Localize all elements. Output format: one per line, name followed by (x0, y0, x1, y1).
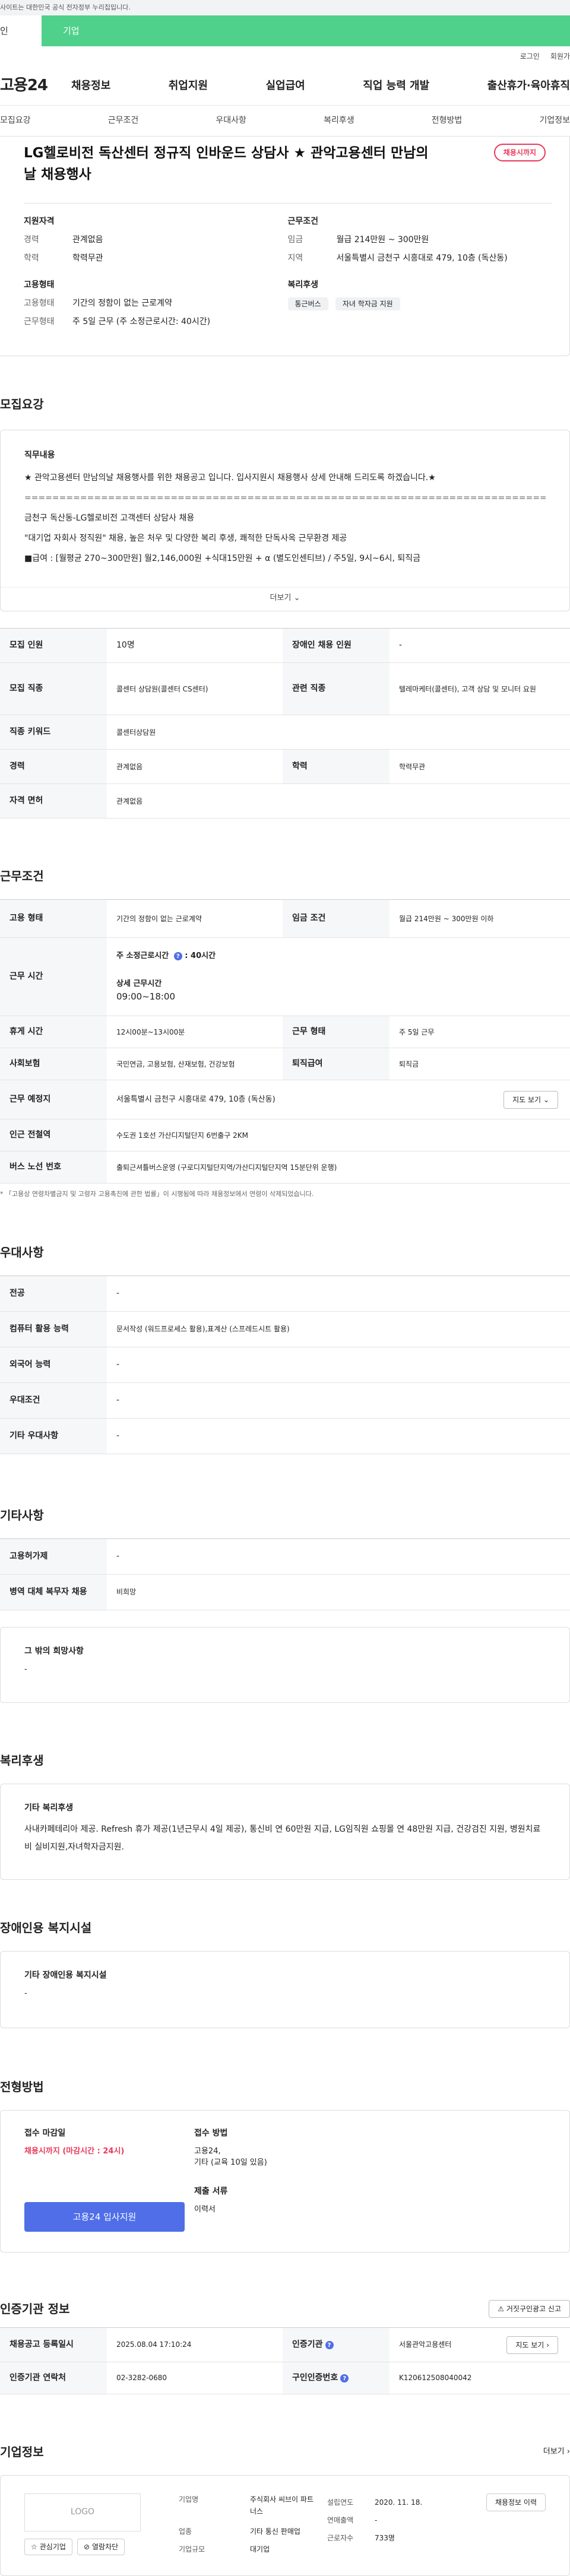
apply-button[interactable]: 고용24 입사지원 (24, 2202, 185, 2232)
history-button[interactable]: 채용정보 이력 (486, 2493, 546, 2511)
cert-map-button[interactable]: 지도 보기 › (506, 2336, 558, 2354)
help-icon[interactable]: ? (340, 2374, 349, 2383)
gnb-training[interactable]: 직업 능력 개발 (363, 78, 429, 94)
tab-company[interactable]: 기업정보 (539, 115, 570, 127)
util-links: 로그인 회원가 (0, 46, 570, 66)
block-icon: ⊘ (83, 2542, 90, 2551)
cert-heading: 인증기관 정보 (0, 2301, 70, 2316)
gnb-unemployment[interactable]: 실업급여 (266, 78, 305, 94)
tab-preferences[interactable]: 우대사항 (216, 115, 246, 127)
company-more-link[interactable]: 더보기 › (543, 2446, 570, 2458)
work-table: 고용 형태 기간의 정함이 없는 근로계약 임금 조건 월급 214만원 ~ 300… (0, 899, 570, 1184)
help-icon[interactable]: ? (173, 952, 182, 961)
user-type-tabs: 인 기업 (0, 15, 570, 46)
disabled-box: 기타 장애인용 복지시설 - (0, 1950, 570, 2028)
gnb-employment-support[interactable]: 취업지원 (169, 78, 208, 94)
pref-table: 전공 - 컴퓨터 활용 능력 문서작성 (워드프로세스 활용),표계산 (스프레드시… (0, 1275, 570, 1454)
siren-icon: ⚠ (498, 2304, 505, 2313)
login-link[interactable]: 로그인 (520, 51, 540, 62)
welfare-chip: 자녀 학자금 지원 (335, 297, 400, 310)
section-tabs: 모집요강 근무조건 우대사항 복리후생 전형방법 기업정보 (0, 106, 570, 137)
table-row: 경력 관계없음 학력 학력무관 (0, 749, 570, 784)
table-row: 병역 대체 복무자 채용 비희망 (0, 1574, 570, 1610)
table-row: 우대조건 - (0, 1382, 570, 1419)
recruit-heading: 모집요강 (0, 397, 44, 411)
tab-company[interactable]: 기업 (42, 15, 570, 46)
table-row: 외국어 능력 - (0, 1347, 570, 1383)
global-nav: 고용24 채용정보 취업지원 실업급여 직업 능력 개발 출산휴가·육아휴직 (0, 66, 570, 106)
help-icon[interactable]: ? (325, 2341, 334, 2349)
table-row: 컴퓨터 활용 능력 문서작성 (워드프로세스 활용),표계산 (스프레드시트 활용… (0, 1311, 570, 1347)
block-button[interactable]: ⊘ 열람차단 (77, 2538, 125, 2555)
recruit-table: 모집 인원 10명 장애인 채용 인원 - 모집 직종 콜센터 상담원(콜센터 CS센… (0, 628, 570, 819)
company-heading: 기업정보 (0, 2444, 44, 2459)
qual-title: 지원자격 (24, 217, 55, 226)
map-button[interactable]: 지도 보기 ⌄ (504, 1091, 558, 1109)
company-box: LOGO ☆ 관심기업 ⊘ 열람차단 기업명 업종 기업규모 주식회사 씨브이 파트… (0, 2475, 570, 2576)
report-button[interactable]: ⚠ 거짓구인광고 신고 (489, 2299, 570, 2318)
table-row: 자격 면허 관계없음 (0, 783, 570, 819)
cond-title: 근무조건 (287, 217, 319, 226)
job-title: LG헬로비전 독산센터 정규직 인바운드 상담사 ★ 관악고용센터 만남의날 채… (24, 145, 429, 182)
other-heading: 기타사항 (0, 1508, 44, 1522)
star-icon: ☆ (31, 2542, 37, 2551)
tab-welfare[interactable]: 복리후생 (324, 115, 354, 127)
chevron-down-icon: ⌄ (293, 594, 300, 602)
gnb-jobs[interactable]: 채용정보 (71, 78, 110, 94)
process-heading: 전형방법 (0, 2079, 44, 2094)
cert-table: 채용공고 등록일시 2025.08.04 17:10:24 인증기관? 서울관악고… (0, 2327, 570, 2394)
more-button[interactable]: 더보기 ⌄ (1, 587, 569, 609)
tab-process[interactable]: 전형방법 (432, 115, 463, 127)
gov-notice-bar: 사이트는 대한민국 공식 전자정부 누리집입니다. (0, 0, 570, 15)
table-row: 기타 우대사항 - (0, 1418, 570, 1454)
chevron-right-icon: › (546, 2340, 549, 2349)
site-logo[interactable]: 고용24 (0, 74, 71, 97)
other-table: 고용허가제 - 병역 대체 복무자 채용 비희망 (0, 1538, 570, 1610)
pref-heading: 우대사항 (0, 1245, 44, 1260)
welfare-heading: 복리후생 (0, 1753, 44, 1768)
tab-conditions[interactable]: 근무조건 (108, 115, 139, 127)
table-row: 전공 - (0, 1276, 570, 1312)
tab-personal[interactable]: 인 (0, 15, 42, 46)
age-note: * 「고용상 연령차별금지 및 고령자 고용촉진에 관한 법률」이 시행됨에 따… (0, 1190, 314, 1198)
process-box: 접수 마감일 채용시까지 (마감시간 : 24시) 고용24 입사지원 접수 방… (0, 2109, 570, 2253)
work-heading: 근무조건 (0, 869, 44, 883)
favorite-button[interactable]: ☆ 관심기업 (24, 2538, 72, 2555)
welfare-title: 복리후생 (287, 280, 319, 290)
gnb-parental-leave[interactable]: 출산휴가·육아휴직 (487, 78, 570, 94)
disabled-heading: 장애인용 복지시설 (0, 1920, 92, 1935)
signup-link[interactable]: 회원가 (550, 51, 570, 62)
other-wishes-box: 그 밖의 희망사항 - (0, 1626, 570, 1703)
company-logo: LOGO (24, 2493, 141, 2531)
welfare-box: 기타 복리후생 사내카페테리아 제공. Refresh 휴가 제공(1년근무시 … (0, 1783, 570, 1880)
table-row: 고용허가제 - (0, 1538, 570, 1575)
job-desc-box: 직무내용 ★ 관악고용센터 만남의날 채용행사를 위한 채용공고 입니다. 입사… (0, 430, 570, 611)
table-row: 직종 키워드 콜센터상담원 (0, 715, 570, 750)
job-summary-card: LG헬로비전 독산센터 정규직 인바운드 상담사 ★ 관악고용센터 만남의날 채… (0, 137, 570, 356)
chevron-right-icon: › (566, 2447, 570, 2456)
emp-title: 고용형태 (24, 280, 55, 290)
welfare-chip: 통근버스 (287, 297, 328, 310)
tab-recruit[interactable]: 모집요강 (0, 115, 31, 127)
table-row: 모집 인원 10명 장애인 채용 인원 - (0, 628, 570, 663)
status-badge: 채용시까지 (493, 144, 546, 161)
chevron-down-icon: ⌄ (543, 1096, 549, 1104)
table-row: 모집 직종 콜센터 상담원(콜센터 CS센터) 관련 직종 텔레마케터(콜센터), … (0, 662, 570, 715)
